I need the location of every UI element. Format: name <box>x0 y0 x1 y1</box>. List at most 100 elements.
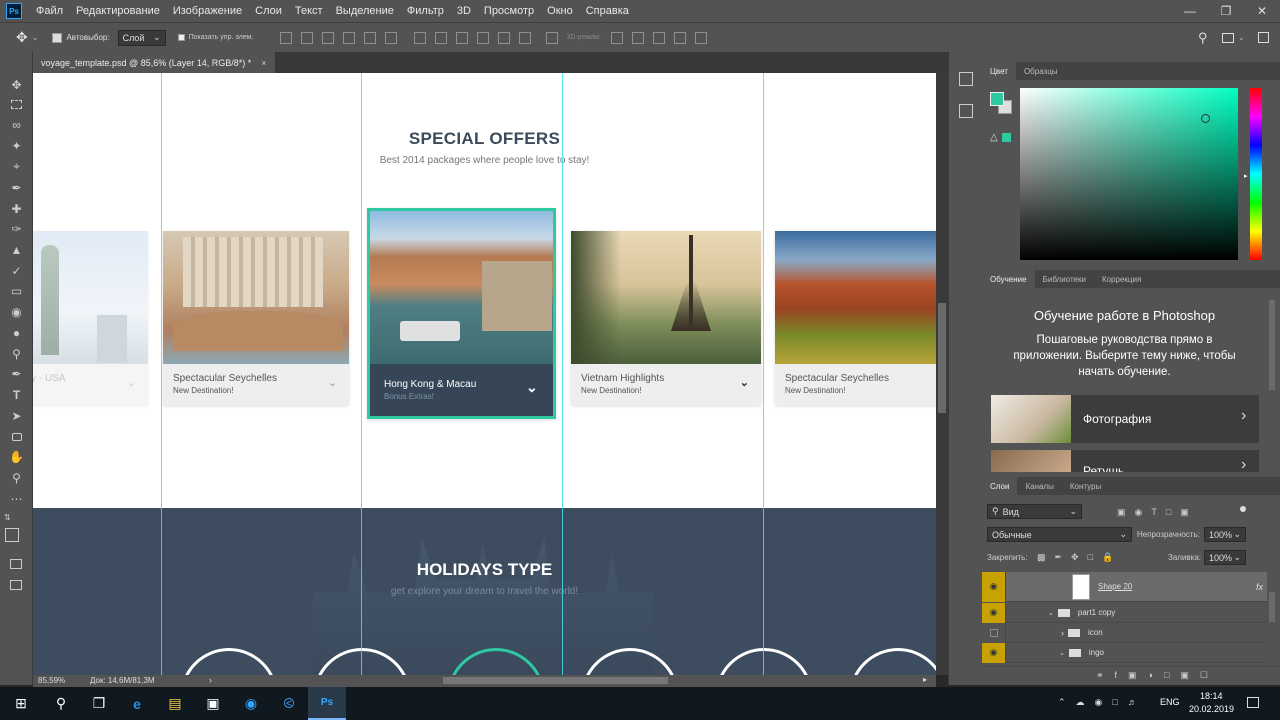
photoshop-taskbar-icon[interactable]: Ps <box>308 687 346 720</box>
layer-filter-icons[interactable]: ▣◉T□▣ <box>1117 507 1198 518</box>
hue-marker-icon[interactable]: ▸ <box>1244 172 1248 180</box>
blend-mode-dropdown[interactable]: Обычные ⌄ <box>987 527 1132 542</box>
layer-group-part1-copy[interactable]: ◉ ⌄ part1 copy <box>982 602 1267 623</box>
distribute-right-icon[interactable] <box>518 31 531 44</box>
gamut-swatch[interactable] <box>1002 133 1011 142</box>
quick-select-tool-icon[interactable]: ✦ <box>8 137 25 154</box>
canvas-vertical-scrollbar[interactable] <box>936 73 948 675</box>
eyedropper-tool-icon[interactable]: ✒ <box>8 179 25 196</box>
learn-item-photography[interactable]: Фотография › <box>991 395 1259 443</box>
hand-tool-icon[interactable]: ✋ <box>8 448 25 465</box>
notifications-icon[interactable] <box>1247 697 1259 708</box>
holiday-type-circle[interactable] <box>180 648 278 675</box>
3d-slide-icon[interactable] <box>673 31 686 44</box>
edge-icon[interactable]: e <box>118 687 156 720</box>
show-transform-checkbox[interactable] <box>177 34 185 41</box>
status-arrow-icon[interactable]: › <box>209 675 212 685</box>
offer-card-seychelles-2[interactable]: Spectacular Seychelles New Destination! <box>775 231 936 405</box>
layer-filter-dropdown[interactable]: ⚲ Вид ⌄ <box>987 504 1082 519</box>
layer-group-ingo[interactable]: ◉ ⌄ ingo <box>982 642 1267 663</box>
autoselect-checkbox[interactable] <box>52 32 63 43</box>
brush-tool-icon[interactable]: ✑ <box>8 220 25 237</box>
scroll-thumb[interactable] <box>938 303 946 413</box>
rectangle-tool-icon[interactable] <box>8 428 25 445</box>
visibility-eye-icon[interactable]: ◉ <box>982 602 1006 623</box>
menu-text[interactable]: Текст <box>295 5 323 17</box>
tab-libraries[interactable]: Библиотеки <box>1035 270 1094 288</box>
history-brush-tool-icon[interactable]: ✓ <box>8 262 25 279</box>
foreground-color-swatch[interactable] <box>5 528 19 542</box>
type-tool-icon[interactable]: T <box>8 386 25 403</box>
align-vcenter-icon[interactable] <box>300 31 313 44</box>
scroll-right-icon[interactable]: ▸ <box>923 675 927 684</box>
align-right-icon[interactable] <box>384 31 397 44</box>
workspace-chevron-icon[interactable]: ⌄ <box>1238 33 1245 42</box>
zoom-level[interactable]: 85,59% <box>38 676 65 685</box>
distribute-hcenter-icon[interactable] <box>497 31 510 44</box>
chevron-down-icon[interactable]: ⌄ <box>740 376 749 389</box>
windows-start-icon[interactable]: ⊞ <box>0 687 42 720</box>
eraser-tool-icon[interactable]: ▭ <box>8 282 25 299</box>
canvas[interactable]: SPECIAL OFFERS Best 2014 packages where … <box>33 73 936 675</box>
align-top-icon[interactable] <box>279 31 292 44</box>
dodge-tool-icon[interactable]: ⚲ <box>8 345 25 362</box>
chevron-down-icon[interactable]: ⌄ <box>1048 609 1054 617</box>
crop-tool-icon[interactable]: ⌖ <box>8 158 25 175</box>
menu-3d[interactable]: 3D <box>457 5 471 17</box>
horizontal-scroll-thumb[interactable] <box>443 677 668 684</box>
zoom-tool-icon[interactable]: ⚲ <box>8 469 25 486</box>
auto-align-icon[interactable] <box>545 31 558 44</box>
align-left-icon[interactable] <box>342 31 355 44</box>
offer-card-vietnam[interactable]: Vietnam Highlights New Destination! ⌄ <box>571 231 761 405</box>
chevron-right-icon[interactable]: › <box>1241 407 1246 425</box>
vscode-icon[interactable]: ⧀ <box>270 687 308 720</box>
offer-card-hong-kong[interactable]: Hong Kong & Macau Bonus Extras! ⌄ <box>367 208 556 419</box>
fill-input[interactable]: 100% ⌄ <box>1204 550 1246 565</box>
menu-edit[interactable]: Редактирование <box>76 5 160 17</box>
menu-select[interactable]: Выделение <box>336 5 394 17</box>
visibility-eye-icon[interactable]: ◉ <box>982 642 1006 663</box>
stamp-tool-icon[interactable]: ▲ <box>8 241 25 258</box>
3d-scale-icon[interactable] <box>694 31 707 44</box>
path-select-tool-icon[interactable]: ➤ <box>8 407 25 424</box>
quick-mask-icon[interactable] <box>10 559 22 569</box>
visibility-empty-icon[interactable] <box>982 622 1006 643</box>
clock-time[interactable]: 18:14 <box>1200 691 1223 701</box>
chevron-down-icon[interactable]: ⌄ <box>32 33 39 42</box>
pen-tool-icon[interactable]: ✒ <box>8 365 25 382</box>
holiday-type-circle[interactable] <box>715 648 813 675</box>
menu-help[interactable]: Справка <box>586 5 629 17</box>
chevron-down-icon[interactable]: ⌄ <box>526 379 538 396</box>
guide-line[interactable] <box>562 73 563 675</box>
paint-bucket-tool-icon[interactable]: ◉ <box>8 303 25 320</box>
search-icon[interactable]: ⚲ <box>42 687 80 720</box>
chevron-down-icon[interactable]: ⌄ <box>1059 649 1065 657</box>
3d-pan-icon[interactable] <box>652 31 665 44</box>
tab-learn[interactable]: Обучение <box>982 270 1035 288</box>
menu-file[interactable]: Файл <box>36 5 63 17</box>
autoselect-dropdown[interactable]: Слой ⌄ <box>117 29 166 46</box>
file-explorer-icon[interactable]: ▤ <box>156 687 194 720</box>
clock-date[interactable]: 20.02.2019 <box>1189 704 1234 714</box>
maximize-icon[interactable]: ❐ <box>1208 0 1244 22</box>
layer-group-icon[interactable]: › icon <box>982 622 1267 643</box>
visibility-eye-icon[interactable]: ◉ <box>982 571 1006 602</box>
tab-channels[interactable]: Каналы <box>1017 477 1061 495</box>
share-icon[interactable] <box>1258 32 1269 43</box>
guide-line[interactable] <box>763 73 764 675</box>
store-icon[interactable]: ▣ <box>194 687 232 720</box>
move-tool-icon[interactable]: ✥ <box>8 76 25 93</box>
tray-icons[interactable]: ⌃☁◉□♬ <box>1058 697 1147 708</box>
lasso-tool-icon[interactable]: ∞ <box>8 116 25 133</box>
task-view-icon[interactable]: ❐ <box>80 687 118 720</box>
foreground-swatch[interactable] <box>990 92 1004 106</box>
search-icon[interactable]: ⚲ <box>1198 30 1208 46</box>
chevron-right-icon[interactable]: › <box>1241 456 1246 472</box>
layers-scroll-thumb[interactable] <box>1269 592 1275 622</box>
language-indicator[interactable]: ENG <box>1160 697 1180 707</box>
hue-slider[interactable] <box>1250 88 1262 260</box>
chevron-down-icon[interactable]: ⌄ <box>328 376 337 389</box>
chevron-right-icon[interactable]: › <box>1061 628 1064 638</box>
align-bottom-icon[interactable] <box>321 31 334 44</box>
guide-line[interactable] <box>161 73 162 675</box>
